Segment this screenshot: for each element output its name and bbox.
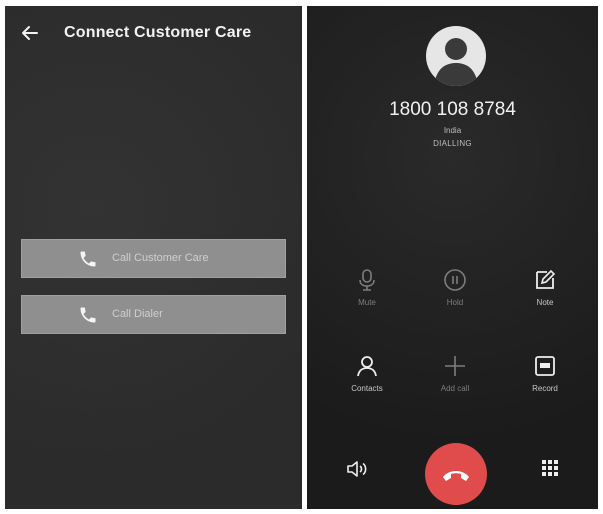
hold-label: Hold (446, 298, 464, 307)
phone-icon (78, 249, 98, 269)
person-silhouette-icon (434, 38, 478, 86)
record-label: Record (532, 384, 558, 393)
call-dialer-button[interactable]: Call Dialer (21, 295, 286, 334)
plus-icon (445, 356, 465, 376)
hold-button[interactable]: Hold (420, 268, 490, 324)
top-bar: Connect Customer Care (5, 6, 302, 62)
mute-label: Mute (358, 298, 376, 307)
note-button[interactable]: Note (510, 268, 580, 324)
speaker-icon[interactable] (344, 456, 370, 482)
person-icon (357, 356, 377, 377)
call-dialer-label: Call Dialer (112, 308, 163, 320)
contacts-button[interactable]: Contacts (332, 354, 402, 410)
customer-care-screen: Connect Customer Care Call Customer Care… (5, 6, 302, 509)
call-status: DIALLING (433, 139, 472, 148)
dialpad-icon[interactable] (539, 457, 561, 479)
call-customer-care-button[interactable]: Call Customer Care (21, 239, 286, 278)
hang-up-icon (443, 471, 469, 481)
contact-avatar (426, 26, 486, 86)
mic-icon (359, 269, 375, 291)
pause-icon (444, 269, 466, 291)
contacts-label: Contacts (351, 384, 383, 393)
dialed-number: 1800 108 8784 (389, 99, 516, 120)
end-call-button[interactable] (425, 443, 487, 505)
add-call-label: Add call (440, 384, 470, 393)
note-label: Note (536, 298, 554, 307)
note-icon (536, 269, 556, 289)
phone-icon (78, 305, 98, 325)
back-arrow-icon[interactable] (17, 20, 43, 46)
dialing-screen: 1800 108 8784 India DIALLING Mute Hold N… (307, 6, 598, 509)
add-call-button[interactable]: Add call (420, 354, 490, 410)
country-label: India (443, 126, 462, 135)
record-button[interactable]: Record (510, 354, 580, 410)
page-title: Connect Customer Care (64, 24, 252, 41)
record-icon (535, 356, 555, 376)
call-customer-care-label: Call Customer Care (112, 252, 209, 264)
mute-button[interactable]: Mute (332, 268, 402, 324)
